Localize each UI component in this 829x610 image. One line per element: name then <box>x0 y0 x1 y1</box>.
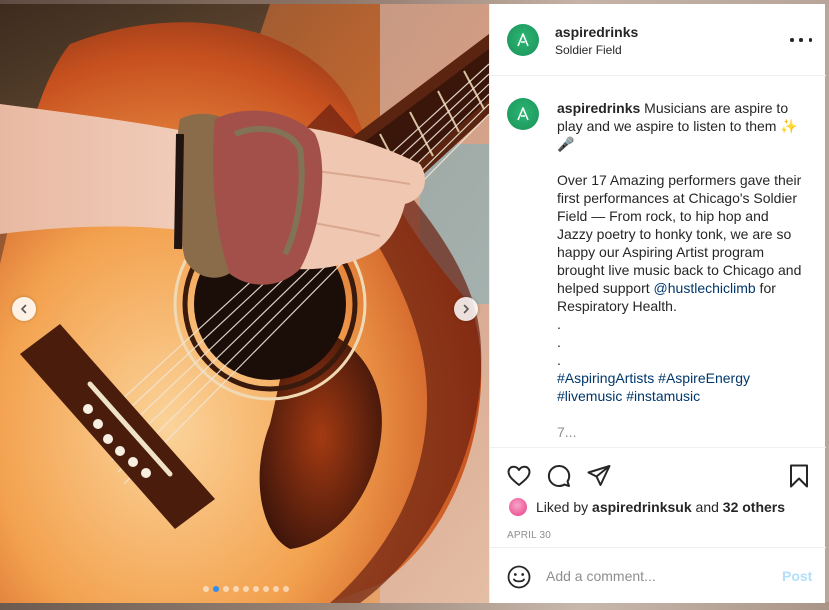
add-comment-bar: Post <box>490 547 826 604</box>
liker-username[interactable]: aspiredrinksuk <box>592 499 692 515</box>
post-date[interactable]: APRIL 30 <box>507 530 551 541</box>
likes-and: and <box>695 499 719 515</box>
comment-input[interactable] <box>546 564 766 588</box>
emoji-icon[interactable] <box>506 564 532 590</box>
caption-paragraph: Over 17 Amazing performers gave their fi… <box>557 172 802 296</box>
post-comment-button[interactable]: Post <box>782 568 812 584</box>
post-media[interactable] <box>0 4 489 603</box>
post-details-panel: aspiredrinks Soldier Field aspiredrinks … <box>489 4 826 603</box>
chevron-left-icon <box>21 304 27 314</box>
carousel-dot <box>203 586 209 592</box>
carousel-dot <box>263 586 269 592</box>
carousel-dot <box>223 586 229 592</box>
avatar[interactable] <box>507 98 539 130</box>
carousel-dot <box>283 586 289 592</box>
aspire-logo-icon <box>517 33 529 47</box>
guitar-photo <box>0 4 489 603</box>
hashtag-link[interactable]: #AspiringArtists <box>557 370 654 386</box>
carousel-prev-button[interactable] <box>12 297 36 321</box>
carousel-dot <box>243 586 249 592</box>
aspire-logo-icon <box>517 107 529 121</box>
post-author-username[interactable]: aspiredrinks <box>555 24 638 40</box>
caption-dot: . <box>557 316 561 332</box>
avatar[interactable] <box>507 24 539 56</box>
share-icon[interactable] <box>586 463 612 489</box>
carousel-dot <box>273 586 279 592</box>
caption-dot: . <box>557 352 561 368</box>
comments-section[interactable]: aspiredrinks Musicians are aspire to pla… <box>490 76 826 447</box>
carousel-indicator <box>203 586 289 592</box>
post-actions: Liked by aspiredrinksuk and 32 others AP… <box>490 447 826 603</box>
carousel-dot <box>213 586 219 592</box>
bookmark-icon[interactable] <box>786 463 812 489</box>
hashtag-link[interactable]: #livemusic <box>557 388 622 404</box>
caption-username[interactable]: aspiredrinks <box>557 100 640 116</box>
post-location[interactable]: Soldier Field <box>555 43 622 57</box>
hashtag-link[interactable]: #instamusic <box>626 388 700 404</box>
carousel-next-button[interactable] <box>454 297 478 321</box>
carousel-dot <box>253 586 259 592</box>
mention-link[interactable]: @hustlechiclimb <box>654 280 756 296</box>
caption-truncated: 7... <box>557 424 577 440</box>
liker-avatar[interactable] <box>508 497 528 517</box>
likes-prefix: Liked by <box>536 499 589 515</box>
comment-icon[interactable] <box>546 463 572 489</box>
carousel-dot <box>233 586 239 592</box>
heart-icon[interactable] <box>506 463 532 489</box>
hashtag-link[interactable]: #AspireEnergy <box>658 370 750 386</box>
likes-others-count[interactable]: 32 others <box>723 499 785 515</box>
post-caption: aspiredrinks Musicians are aspire to pla… <box>557 99 807 441</box>
post-header: aspiredrinks Soldier Field <box>490 4 826 76</box>
chevron-right-icon <box>463 304 469 314</box>
more-options-icon[interactable] <box>790 32 812 48</box>
likes-summary[interactable]: Liked by aspiredrinksuk and 32 others <box>508 496 785 518</box>
caption-dot: . <box>557 334 561 350</box>
